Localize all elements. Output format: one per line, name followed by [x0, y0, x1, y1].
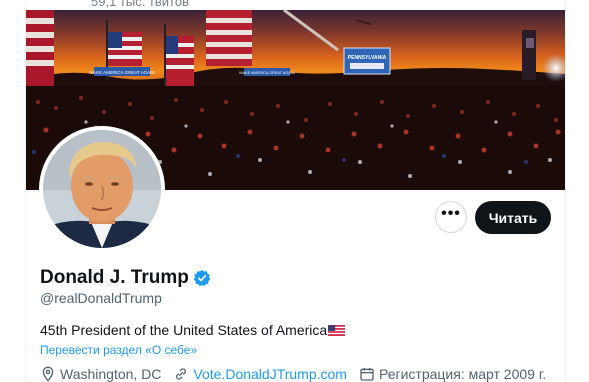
verified-badge-icon[interactable] — [193, 269, 211, 287]
tweet-count: 59,1 тыс. твитов — [91, 0, 190, 9]
svg-text:MAKE AMERICA GREAT AGAIN: MAKE AMERICA GREAT AGAIN — [89, 70, 154, 75]
profile-avatar[interactable] — [39, 126, 165, 252]
column-border-right — [565, 0, 566, 380]
flag-left — [26, 10, 54, 88]
follow-button[interactable]: Читать — [475, 201, 551, 234]
avatar-portrait — [43, 130, 161, 248]
display-name-text: Donald J. Trump — [40, 267, 189, 288]
profile-bio: 45th President of the United States of A… — [40, 322, 346, 338]
banner-sign — [343, 47, 391, 75]
svg-text:PENNSYLVANIA: PENNSYLVANIA — [348, 55, 387, 61]
flag-right — [206, 10, 252, 66]
translate-bio-link[interactable]: Перевести раздел «О себе» — [40, 343, 197, 357]
profile-display-name: Donald J. Trump — [40, 267, 211, 289]
more-icon: ••• — [441, 205, 461, 222]
more-options-button[interactable]: ••• — [435, 201, 467, 233]
profile-handle: @realDonaldTrump — [40, 290, 162, 306]
svg-text:MAKE AMERICA GREAT AGAIN: MAKE AMERICA GREAT AGAIN — [239, 71, 294, 75]
us-flag-icon — [328, 324, 346, 336]
bio-text: 45th President of the United States of A… — [40, 322, 328, 338]
flag-center — [164, 24, 194, 90]
